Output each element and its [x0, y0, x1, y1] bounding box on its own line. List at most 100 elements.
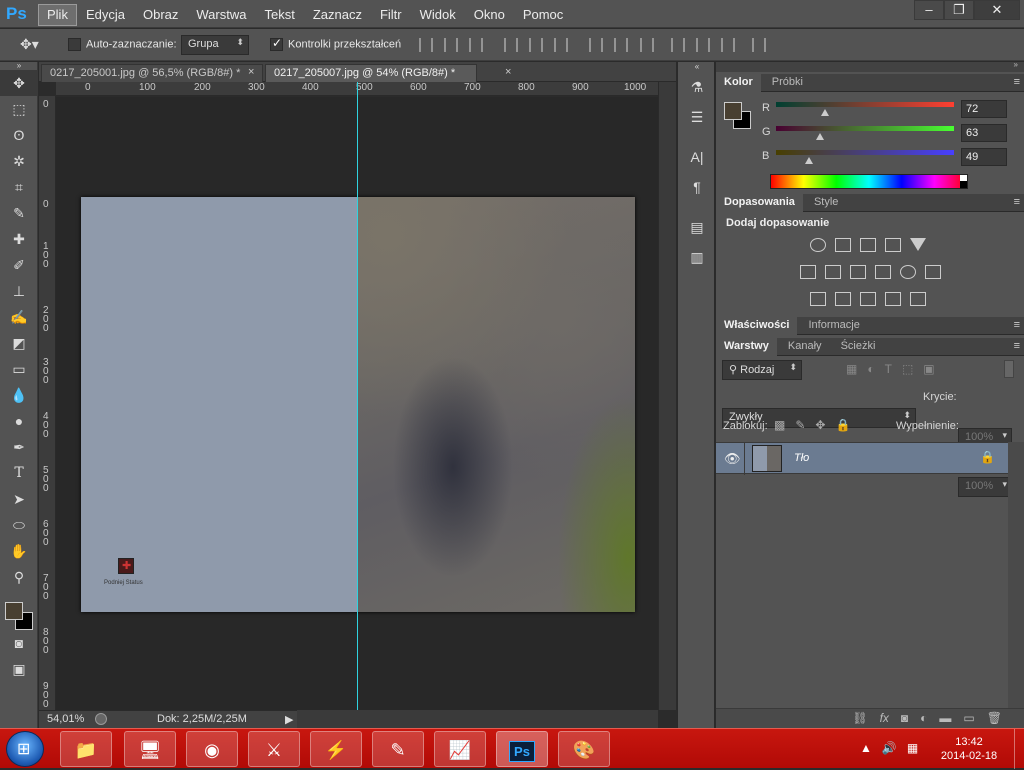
tab-dopasowania[interactable]: Dopasowania: [716, 194, 803, 212]
tab-close-icon[interactable]: ×: [248, 66, 254, 78]
layers-scrollbar[interactable]: [1008, 442, 1024, 712]
menu-widok[interactable]: Widok: [411, 4, 465, 26]
tab-kanaly[interactable]: Kanały: [780, 338, 830, 356]
vibrance-icon[interactable]: [910, 238, 926, 251]
history-brush-tool-icon[interactable]: ✍: [0, 304, 38, 330]
auto-select-checkbox[interactable]: [68, 38, 81, 51]
eyedropper-tool-icon[interactable]: ✎: [0, 200, 38, 226]
lock-pixels-icon[interactable]: ✎: [795, 418, 805, 432]
delete-layer-icon[interactable]: 🗑: [987, 711, 1002, 725]
filter-toggle[interactable]: [1004, 360, 1014, 378]
menu-pomoc[interactable]: Pomoc: [514, 4, 572, 26]
clone-stamp-tool-icon[interactable]: ⊥: [0, 278, 38, 304]
status-info-icon[interactable]: [95, 713, 107, 725]
layer-filter-select[interactable]: ⚲ Rodzaj ⬍: [722, 360, 802, 380]
tab-warstwy[interactable]: Warstwy: [716, 338, 777, 356]
panel-menu-icon[interactable]: ≡: [1014, 196, 1020, 208]
posterize-icon[interactable]: [835, 292, 851, 306]
tab-probki[interactable]: Próbki: [764, 74, 811, 92]
lasso-tool-icon[interactable]: ʘ: [0, 122, 38, 148]
photo-filter-icon[interactable]: [875, 265, 891, 279]
vertical-guide[interactable]: [357, 82, 358, 710]
filter-type-icon[interactable]: T: [885, 362, 892, 376]
volume-icon[interactable]: 🔊: [882, 741, 897, 755]
eye-visibility-icon[interactable]: 👁: [724, 451, 741, 467]
red-slider-thumb[interactable]: [821, 109, 829, 116]
filter-smart-object-icon[interactable]: ▣: [923, 362, 934, 376]
layer-row[interactable]: 👁 Tło 🔒: [716, 442, 1008, 475]
green-slider-thumb[interactable]: [816, 133, 824, 140]
dock-collapse-icon[interactable]: «: [678, 62, 716, 72]
filter-pixel-icon[interactable]: ▦: [846, 362, 857, 376]
character-panel-icon[interactable]: A|: [678, 142, 716, 172]
auto-select-option[interactable]: Auto-zaznaczanie:: [68, 38, 177, 51]
restore-button[interactable]: ❐: [944, 0, 974, 20]
tray-expand-icon[interactable]: ▲: [860, 741, 872, 755]
menu-plik[interactable]: Plik: [38, 4, 77, 26]
align-bottom-icon[interactable]: [469, 38, 484, 52]
hue-saturation-icon[interactable]: [800, 265, 816, 279]
eraser-tool-icon[interactable]: ◩: [0, 330, 38, 356]
pen-tool-icon[interactable]: ✒: [0, 434, 38, 460]
tab-0217-205007[interactable]: 0217_205007.jpg @ 54% (RGB/8#) *: [265, 64, 477, 82]
network-icon[interactable]: ▦: [907, 741, 918, 755]
blue-slider-thumb[interactable]: [805, 157, 813, 164]
threshold-icon[interactable]: [860, 292, 876, 306]
distribute-top-icon[interactable]: [589, 38, 604, 52]
transform-controls-checkbox[interactable]: [270, 36, 283, 51]
menu-obraz[interactable]: Obraz: [134, 4, 187, 26]
type-tool-icon[interactable]: T: [0, 460, 38, 486]
filter-adjustment-icon[interactable]: ◐: [867, 362, 874, 376]
menu-okno[interactable]: Okno: [465, 4, 514, 26]
distribute-left-icon[interactable]: [670, 38, 685, 52]
menu-edycja[interactable]: Edycja: [77, 4, 134, 26]
align-top-icon[interactable]: [419, 38, 433, 52]
brush-tool-icon[interactable]: ✐: [0, 252, 38, 278]
layer-name[interactable]: Tło: [794, 452, 809, 464]
panel-menu-icon[interactable]: ≡: [1014, 340, 1020, 352]
transform-controls-option[interactable]: Kontrolki przekształceń: [270, 36, 401, 51]
marquee-tool-icon[interactable]: ⬚: [0, 96, 38, 122]
green-slider[interactable]: [776, 126, 954, 131]
new-layer-icon[interactable]: ▭: [963, 711, 974, 725]
path-selection-tool-icon[interactable]: ➤: [0, 486, 38, 512]
taskbar-clock[interactable]: 13:42 2014-02-18: [934, 735, 1004, 763]
quick-mask-icon[interactable]: ◙: [0, 630, 38, 656]
distribute-vcenter-icon[interactable]: [614, 38, 629, 52]
auto-align-icon[interactable]: [751, 38, 766, 52]
tab-close-icon[interactable]: ×: [505, 66, 511, 78]
menu-tekst[interactable]: Tekst: [255, 4, 303, 26]
gradient-tool-icon[interactable]: ▭: [0, 356, 38, 382]
lock-transparent-icon[interactable]: ▩: [774, 418, 785, 432]
panel-collapse-icon[interactable]: »: [1014, 60, 1018, 69]
black-white-icon[interactable]: [850, 265, 866, 279]
red-slider[interactable]: [776, 102, 954, 107]
paint-taskbar-icon[interactable]: 🎨: [558, 731, 610, 767]
history-panel-icon[interactable]: ⚗: [678, 72, 716, 102]
blue-value-field[interactable]: 49: [961, 148, 1007, 166]
tab-sciezki[interactable]: Ścieżki: [833, 338, 884, 356]
explorer-taskbar-icon[interactable]: 📁: [60, 731, 112, 767]
filter-shape-icon[interactable]: ⬚: [902, 362, 913, 376]
align-vcenter-icon[interactable]: [444, 38, 459, 52]
chart-app-taskbar-icon[interactable]: 📈: [434, 731, 486, 767]
color-foreground-swatch[interactable]: [724, 102, 742, 120]
align-right-icon[interactable]: [554, 38, 569, 52]
curves-icon[interactable]: [860, 238, 876, 252]
healing-brush-tool-icon[interactable]: ✚: [0, 226, 38, 252]
tab-0217-205001[interactable]: 0217_205001.jpg @ 56,5% (RGB/8#) *: [41, 64, 263, 82]
hand-tool-icon[interactable]: ✋: [0, 538, 38, 564]
chrome-taskbar-icon[interactable]: ◉: [186, 731, 238, 767]
fill-field[interactable]: 100% ▾: [958, 477, 1012, 497]
start-button[interactable]: ⊞: [6, 731, 44, 767]
distribute-bottom-icon[interactable]: [639, 38, 654, 52]
link-layers-icon[interactable]: ⛓: [852, 711, 867, 725]
info-panel-icon[interactable]: ▥: [678, 242, 716, 272]
crop-tool-icon[interactable]: ⌗: [0, 174, 38, 200]
color-lookup-icon[interactable]: [925, 265, 941, 279]
group-select[interactable]: Grupa ⬍: [181, 35, 249, 55]
notes-panel-icon[interactable]: ▤: [678, 212, 716, 242]
menu-filtr[interactable]: Filtr: [371, 4, 411, 26]
paragraph-panel-icon[interactable]: ¶: [678, 172, 716, 202]
toolbar-collapse-icon[interactable]: »: [0, 62, 38, 70]
